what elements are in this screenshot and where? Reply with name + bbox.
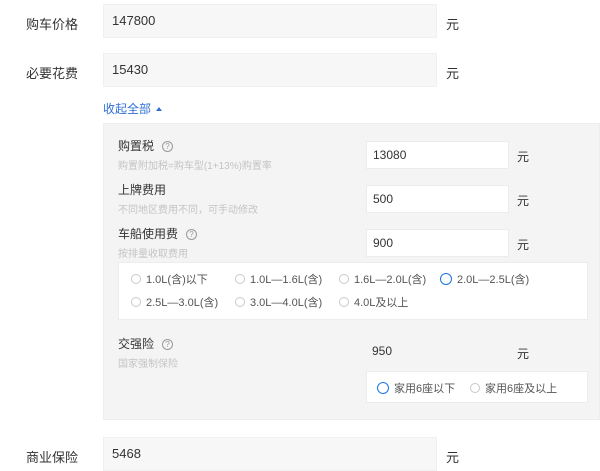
purchase-tax-hint: 购置附加税=购车型(1+13%)购置率: [118, 161, 272, 172]
commercial-insurance-unit: 元: [446, 450, 460, 465]
purchase-tax-input[interactable]: 13080: [366, 141, 509, 169]
purchase-tax-unit: 元: [517, 150, 530, 164]
vehicle-tax-unit: 元: [517, 238, 530, 252]
purchase-tax-label: 购置税: [118, 139, 155, 153]
registration-fee-hint: 不同地区费用不同，可手动修改: [118, 205, 258, 216]
purchase-price-label: 购车价格: [26, 17, 79, 32]
collapse-all-label: 收起全部: [103, 102, 152, 116]
seat-option-0[interactable]: 家用6座以下: [377, 380, 455, 396]
displacement-option-0[interactable]: 1.0L(含)以下: [131, 271, 208, 287]
displacement-option-2[interactable]: 1.6L—2.0L(含): [339, 271, 426, 287]
radio-icon: [131, 297, 141, 307]
vehicle-tax-title: 车船使用费?: [118, 225, 198, 242]
compulsory-insurance-unit: 元: [517, 347, 530, 361]
registration-fee-unit: 元: [517, 194, 530, 208]
displacement-option-1[interactable]: 1.0L—1.6L(含): [235, 271, 322, 287]
commercial-insurance-label: 商业保险: [26, 450, 79, 465]
radio-icon: [235, 297, 245, 307]
required-costs-input[interactable]: 15430: [103, 53, 437, 87]
compulsory-insurance-title: 交强险?: [118, 335, 174, 352]
radio-icon: [235, 274, 245, 284]
option-label: 1.6L—2.0L(含): [354, 274, 427, 286]
option-label: 1.0L(含)以下: [146, 274, 208, 286]
required-costs-label: 必要花费: [26, 66, 79, 81]
displacement-option-4[interactable]: 2.5L—3.0L(含): [131, 294, 218, 310]
compulsory-insurance-value: 950: [372, 344, 393, 358]
purchase-tax-title: 购置税?: [118, 137, 174, 154]
collapse-all-link[interactable]: 收起全部: [103, 100, 163, 117]
displacement-option-6[interactable]: 4.0L及以上: [339, 294, 408, 310]
displacement-option-5[interactable]: 3.0L—4.0L(含): [235, 294, 322, 310]
help-icon[interactable]: ?: [162, 339, 174, 350]
compulsory-insurance-label: 交强险: [118, 337, 155, 351]
caret-up-icon: [156, 107, 163, 111]
radio-icon: [131, 274, 141, 284]
radio-icon: [377, 382, 389, 394]
vehicle-tax-hint: 按排量收取费用: [118, 249, 188, 260]
help-icon[interactable]: ?: [186, 229, 198, 240]
registration-fee-input[interactable]: 500: [366, 185, 509, 213]
option-label: 4.0L及以上: [354, 297, 409, 309]
compulsory-insurance-hint: 国家强制保险: [118, 359, 178, 370]
radio-icon: [339, 274, 349, 284]
radio-icon: [339, 297, 349, 307]
purchase-price-input[interactable]: 147800: [103, 4, 437, 38]
option-label: 3.0L—4.0L(含): [250, 297, 323, 309]
radio-icon: [440, 273, 452, 285]
purchase-price-unit: 元: [446, 17, 460, 32]
option-label: 家用6座以下: [394, 383, 456, 395]
option-label: 2.5L—3.0L(含): [146, 297, 219, 309]
option-label: 1.0L—1.6L(含): [250, 274, 323, 286]
registration-fee-label: 上牌费用: [118, 183, 167, 197]
option-label: 2.0L—2.5L(含): [457, 274, 530, 286]
option-label: 家用6座及以上: [485, 383, 558, 395]
vehicle-tax-input[interactable]: 900: [366, 229, 509, 257]
commercial-insurance-input[interactable]: 5468: [103, 437, 437, 471]
vehicle-tax-label: 车船使用费: [118, 227, 179, 241]
displacement-option-3[interactable]: 2.0L—2.5L(含): [440, 271, 529, 287]
help-icon[interactable]: ?: [162, 141, 174, 152]
radio-icon: [470, 383, 480, 393]
required-costs-unit: 元: [446, 66, 460, 81]
seat-option-1[interactable]: 家用6座及以上: [470, 380, 557, 396]
